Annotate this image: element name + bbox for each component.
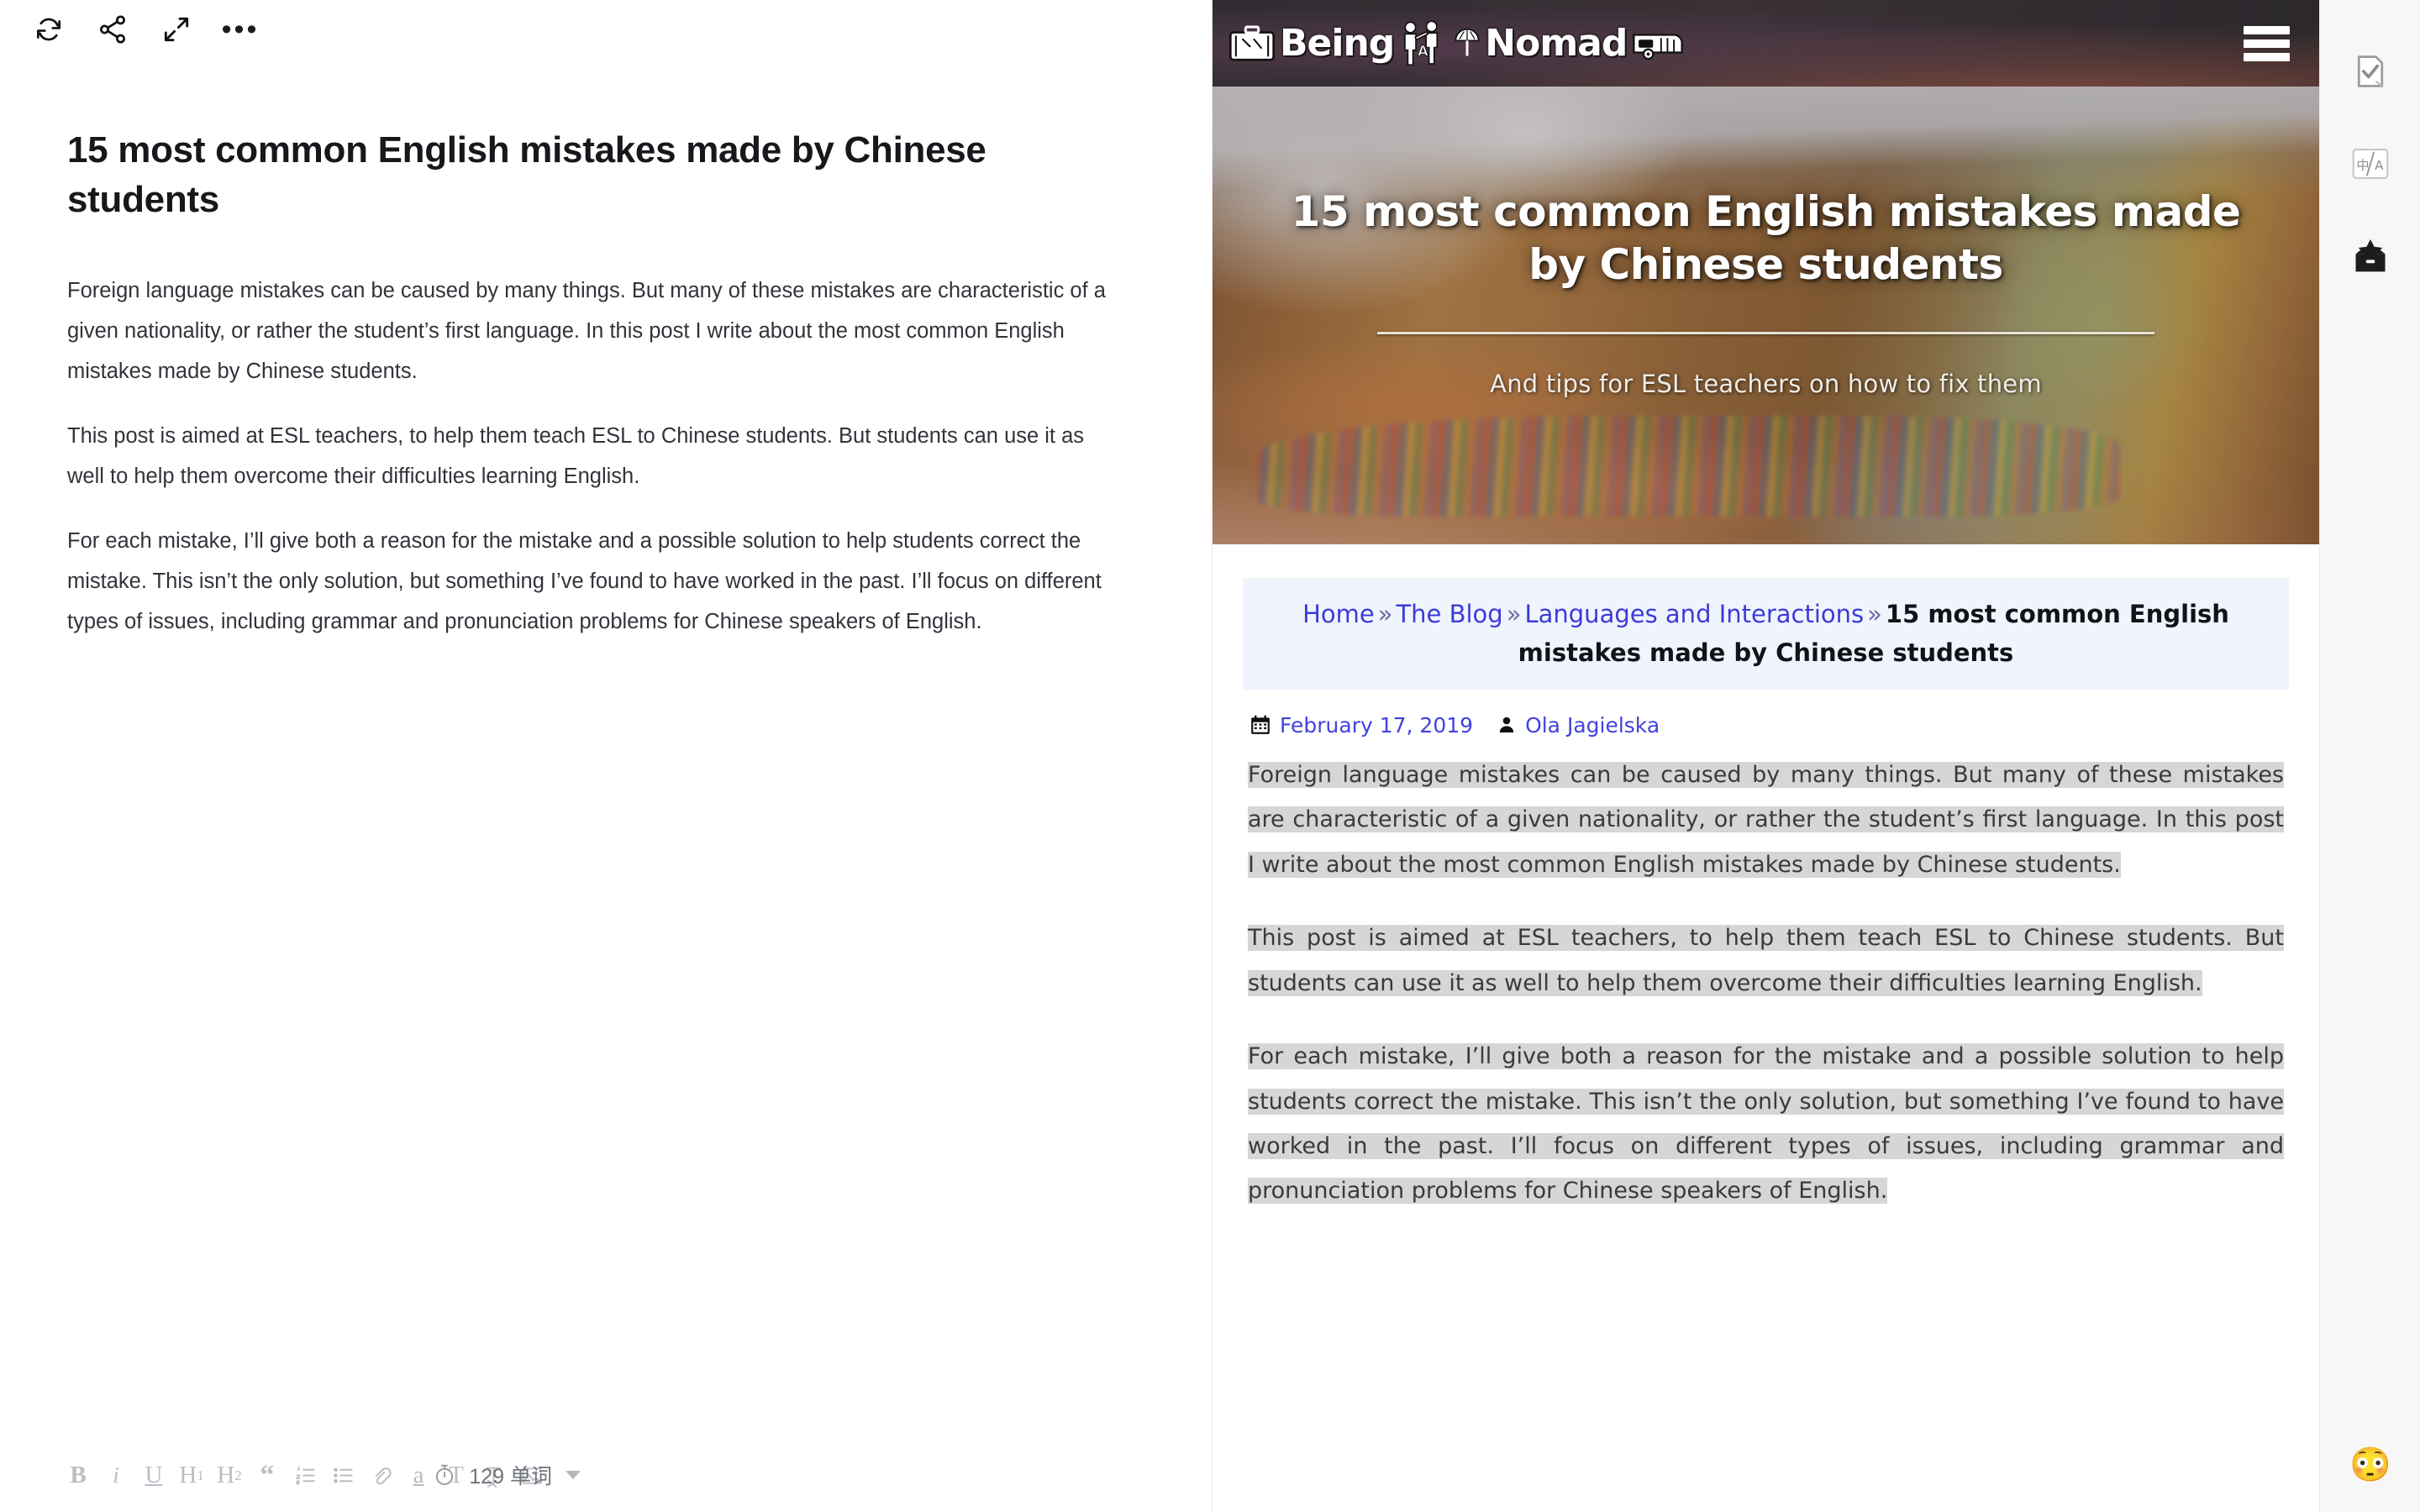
hamburger-bar-3: [2244, 52, 2290, 61]
proofread-icon[interactable]: [2320, 25, 2420, 118]
caravan-icon: [1630, 26, 1686, 61]
app-root: ••• 15 most common English mistakes made…: [0, 0, 2420, 1512]
highlight-label: a: [413, 1462, 424, 1488]
site-header: Being A Nomad: [1213, 0, 2319, 87]
article-paragraph-1: Foreign language mistakes can be caused …: [1248, 753, 2284, 887]
document-paragraph-1[interactable]: Foreign language mistakes can be caused …: [67, 271, 1126, 392]
hamburger-bar-2: [2244, 39, 2290, 48]
browser-preview-pane: Being A Nomad 15 most common English mis…: [1213, 0, 2319, 1512]
bold-label: B: [70, 1462, 87, 1488]
article-author[interactable]: Ola Jagielska: [1525, 713, 1660, 738]
selected-text-2: This post is aimed at ESL teachers, to h…: [1248, 925, 2284, 996]
share-icon[interactable]: [81, 0, 145, 59]
italic-button[interactable]: i: [98, 1451, 134, 1501]
bold-button[interactable]: B: [60, 1451, 96, 1501]
italic-label: i: [113, 1462, 119, 1488]
calendar-icon: [1249, 714, 1271, 736]
heading-1-button[interactable]: H1: [174, 1451, 209, 1501]
heading-2-button[interactable]: H2: [212, 1451, 247, 1501]
format-toolbar: B i U H1 H2 “ a T 129 单词: [0, 1438, 1213, 1512]
people-icon: A: [1397, 18, 1449, 69]
stopwatch-icon: [432, 1462, 457, 1488]
hamburger-menu-icon[interactable]: [2244, 25, 2290, 61]
article-paragraph-3: For each mistake, I’ll give both a reaso…: [1248, 1034, 2284, 1214]
blockquote-button[interactable]: “: [250, 1451, 285, 1501]
hero-content: 15 most common English mistakes made by …: [1213, 186, 2319, 398]
logo-text-nomad: Nomad: [1485, 21, 1628, 65]
link-button[interactable]: [363, 1451, 398, 1501]
site-logo[interactable]: Being A Nomad: [1228, 18, 1686, 69]
chevron-down-icon[interactable]: [566, 1471, 581, 1479]
highlight-button[interactable]: a: [401, 1451, 436, 1501]
document-paragraph-2[interactable]: This post is aimed at ESL teachers, to h…: [67, 417, 1126, 497]
ordered-list-button[interactable]: [287, 1451, 323, 1501]
hero-subtitle: And tips for ESL teachers on how to fix …: [1490, 370, 2042, 398]
document-paragraph-3[interactable]: For each mistake, I’ll give both a reaso…: [67, 522, 1126, 643]
word-count-label: 129 单词: [469, 1465, 552, 1488]
selected-text-1: Foreign language mistakes can be caused …: [1248, 761, 2284, 878]
article-meta: February 17, 2019 Ola Jagielska: [1243, 690, 2289, 753]
rail-spacer: [2320, 0, 2420, 25]
quote-label: “: [260, 1459, 275, 1491]
breadcrumb-separator-2: »: [1506, 600, 1522, 628]
user-icon: [1497, 715, 1517, 735]
hero-title: 15 most common English mistakes made by …: [1291, 187, 2241, 289]
umbrella-icon: [1453, 27, 1481, 60]
emoji-indicator[interactable]: 😳: [2320, 1448, 2420, 1482]
editor-pane: ••• 15 most common English mistakes made…: [0, 0, 1213, 1512]
h2-label: H: [217, 1462, 235, 1488]
breadcrumb-item-languages-and-interactions[interactable]: Languages and Interactions: [1524, 600, 1864, 628]
toolbox-icon[interactable]: [2320, 210, 2420, 302]
h1-sub: 1: [197, 1467, 204, 1483]
editor-document[interactable]: 15 most common English mistakes made by …: [67, 126, 1160, 667]
breadcrumb: Home» The Blog» Languages and Interactions…: [1243, 578, 2289, 690]
article-paragraph-2: This post is aimed at ESL teachers, to h…: [1248, 916, 2284, 1005]
document-title[interactable]: 15 most common English mistakes made by …: [67, 126, 1118, 224]
breadcrumb-separator-3: »: [1867, 600, 1882, 628]
fullscreen-icon[interactable]: [145, 0, 208, 59]
unordered-list-button[interactable]: [325, 1451, 360, 1501]
svg-text:A: A: [1418, 43, 1428, 59]
underline-label: U: [145, 1462, 163, 1488]
editor-toolbar: •••: [0, 0, 1213, 59]
breadcrumb-separator-1: »: [1377, 600, 1393, 628]
sync-icon[interactable]: [17, 0, 81, 59]
article-body: Home» The Blog» Languages and Interactions…: [1213, 544, 2319, 1214]
logo-text-being: Being: [1280, 21, 1395, 65]
hero-divider: [1376, 332, 2155, 334]
hero-banner: 15 most common English mistakes made by …: [1213, 87, 2319, 544]
more-options-icon[interactable]: •••: [208, 0, 272, 59]
suitcase-icon: [1228, 24, 1276, 63]
svg-text:A: A: [2375, 158, 2384, 173]
word-count-widget[interactable]: 129 单词: [432, 1438, 1213, 1512]
translate-icon[interactable]: 中 A: [2320, 118, 2420, 210]
article-date[interactable]: February 17, 2019: [1280, 713, 1473, 738]
hamburger-bar-1: [2244, 25, 2290, 34]
breadcrumb-item-home[interactable]: Home: [1302, 600, 1375, 628]
right-tool-rail: 中 A 😳: [2319, 0, 2420, 1512]
ellipsis-glyph: •••: [221, 13, 260, 45]
svg-text:中: 中: [2356, 158, 2369, 173]
selected-text-3: For each mistake, I’ll give both a reaso…: [1248, 1043, 2284, 1205]
h2-sub: 2: [234, 1467, 242, 1483]
h1-label: H: [179, 1462, 197, 1488]
underline-button[interactable]: U: [136, 1451, 171, 1501]
breadcrumb-item-the-blog[interactable]: The Blog: [1396, 600, 1502, 628]
